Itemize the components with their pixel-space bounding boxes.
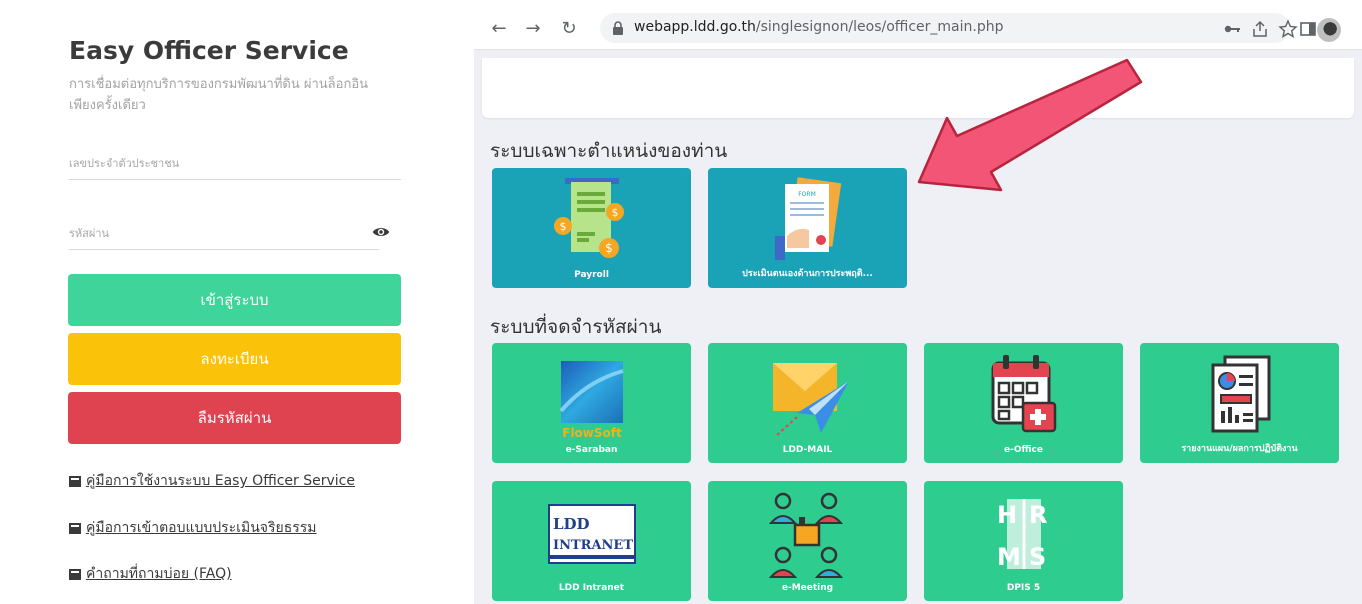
tile-ldd-mail[interactable]: LDD-MAIL (708, 343, 907, 463)
svg-text:$: $ (559, 220, 566, 233)
back-icon[interactable]: ← (488, 17, 510, 39)
intranet-logo-line2: INTRANET (553, 538, 633, 553)
payroll-icon: $ $ $ (553, 178, 624, 258)
hrms-icon: HRMS H R M S (997, 499, 1047, 571)
tile-self-assessment[interactable]: FORM ประเมินตนเองด้านการประพฤติ... (708, 168, 907, 288)
forward-icon[interactable]: → (522, 17, 544, 39)
tile-e-office[interactable]: e-Office (924, 343, 1123, 463)
star-icon[interactable] (1278, 19, 1298, 39)
tile-e-meeting[interactable]: e-Meeting (708, 481, 907, 601)
red-arrow-annotation (917, 58, 1143, 192)
svg-text:$: $ (605, 241, 613, 255)
book-icon (69, 522, 81, 534)
url-text: webapp.ldd.go.th/singlesignon/leos/offic… (634, 19, 1003, 35)
lock-icon[interactable] (612, 21, 624, 35)
section-title-remembered: ระบบที่จดจำรหัสผ่าน (490, 316, 662, 338)
svg-text:R: R (1029, 501, 1047, 529)
register-button[interactable]: ลงทะเบียน (68, 333, 401, 385)
key-icon[interactable] (1222, 19, 1242, 39)
password-input[interactable] (69, 227, 379, 240)
login-title: Easy Officer Service (69, 36, 349, 65)
svg-text:FORM: FORM (798, 191, 816, 198)
tile-self-assessment-label: ประเมินตนเองด้านการประพฤติ... (742, 269, 873, 279)
svg-text:M: M (997, 543, 1021, 571)
svg-text:S: S (1029, 543, 1046, 571)
screenshot-root: Easy Officer Service การเชื่อมต่อทุกบริก… (0, 0, 1362, 604)
flowsoft-icon: FlowSoft (558, 361, 624, 440)
id-number-input[interactable] (69, 157, 401, 170)
id-field-wrapper (69, 152, 401, 180)
url-path: /singlesignon/leos/officer_main.php (755, 19, 1004, 35)
password-field-wrapper (69, 222, 379, 250)
intranet-icon: LDD INTRANET (547, 504, 636, 564)
share-icon[interactable] (1250, 19, 1270, 39)
reload-icon[interactable]: ↻ (558, 17, 580, 39)
url-box[interactable]: webapp.ldd.go.th/singlesignon/leos/offic… (600, 13, 1290, 43)
eye-icon[interactable] (372, 223, 390, 241)
link-manual[interactable]: คู่มือการใช้งานระบบ Easy Officer Service (69, 470, 355, 492)
flowsoft-logo-text: FlowSoft (562, 426, 622, 440)
tile-e-saraban-label: e-Saraban (565, 445, 618, 455)
link-ethics-manual-label: คู่มือการเข้าตอบแบบประเมินจริยธรรม (86, 520, 317, 536)
link-manual-label: คู่มือการใช้งานระบบ Easy Officer Service (86, 473, 355, 489)
login-button[interactable]: เข้าสู่ระบบ (68, 274, 401, 326)
link-faq-label: คำถามที่ถามบ่อย (FAQ) (86, 566, 232, 582)
login-description: การเชื่อมต่อทุกบริการของกรมพัฒนาที่ดิน ผ… (69, 77, 369, 113)
login-panel: Easy Officer Service การเชื่อมต่อทุกบริก… (8, 8, 435, 592)
svg-text:H: H (997, 501, 1017, 529)
tile-report[interactable]: รายงานแผน/ผลการปฏิบัติงาน (1140, 343, 1339, 463)
tile-dpis5-label: DPIS 5 (1006, 583, 1041, 593)
tile-report-label: รายงานแผน/ผลการปฏิบัติงาน (1181, 444, 1298, 454)
book-icon (69, 568, 81, 580)
section-title-position: ระบบเฉพาะตำแหน่งของท่าน (490, 140, 728, 162)
url-host: webapp.ldd.go.th (634, 19, 756, 35)
avatar[interactable] (1317, 18, 1341, 42)
link-ethics-manual[interactable]: คู่มือการเข้าตอบแบบประเมินจริยธรรม (69, 517, 317, 539)
tile-e-meeting-label: e-Meeting (781, 583, 834, 593)
book-icon (69, 475, 81, 487)
tile-payroll[interactable]: $ $ $ Payroll (492, 168, 691, 288)
tile-e-office-label: e-Office (1004, 445, 1043, 455)
tile-payroll-label: Payroll (574, 270, 609, 280)
link-faq[interactable]: คำถามที่ถามบ่อย (FAQ) (69, 563, 232, 585)
tile-dpis5[interactable]: HRMS H R M S DPIS 5 (924, 481, 1123, 601)
form-icon: FORM (774, 177, 841, 260)
svg-text:$: $ (611, 206, 618, 219)
forgot-password-button[interactable]: ลืมรหัสผ่าน (68, 392, 401, 444)
tile-ldd-intranet-label: LDD Intranet (558, 583, 625, 593)
sidepanel-icon[interactable] (1298, 19, 1318, 39)
tile-ldd-mail-label: LDD-MAIL (782, 445, 833, 455)
intranet-logo-line1: LDD (553, 515, 590, 533)
calendar-icon (991, 355, 1056, 433)
meeting-icon (768, 492, 843, 578)
tile-ldd-intranet[interactable]: LDD INTRANET LDD Intranet (492, 481, 691, 601)
tile-e-saraban[interactable]: FlowSoft e-Saraban (492, 343, 691, 463)
mail-icon (772, 363, 849, 436)
address-bar: ← → ↻ webapp.ldd.go.th/singlesignon/leos… (474, 8, 1362, 50)
report-icon (1211, 355, 1270, 433)
